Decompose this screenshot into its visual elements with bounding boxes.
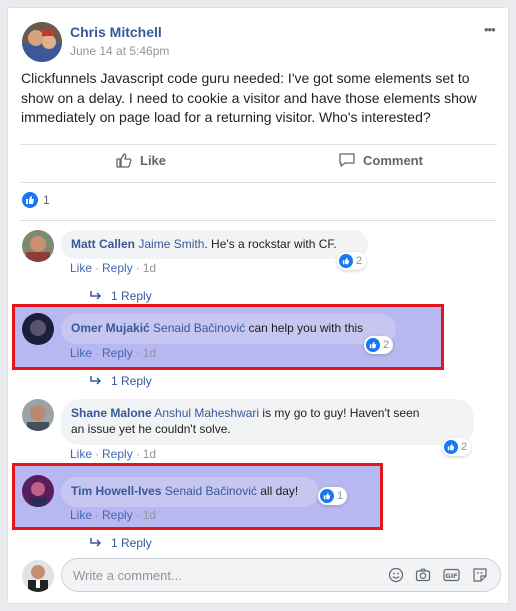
like-button[interactable]: Like <box>115 151 166 169</box>
commenter-name[interactable]: Tim Howell-Ives <box>71 484 161 498</box>
like-button-label: Like <box>140 152 167 168</box>
comment-reply-link[interactable]: Reply <box>102 346 133 360</box>
reply-arrow-icon <box>90 376 102 385</box>
mention-link[interactable]: Anshul Maheshwari <box>154 406 259 420</box>
view-replies-link[interactable]: 1 Reply <box>88 374 152 388</box>
comment-age[interactable]: 1d <box>143 261 156 275</box>
comment-actions: Like · Reply · 1d <box>70 346 157 360</box>
commenter-name[interactable]: Matt Callen <box>71 237 135 251</box>
comment-bubble: Tim Howell-Ives Senaid Bačinović all day… <box>61 477 319 507</box>
comment-reaction-count: 2 <box>383 339 390 351</box>
comment-input[interactable]: Write a comment... GIF <box>61 558 501 592</box>
comment-like-link[interactable]: Like <box>70 447 92 461</box>
comment-actions: Like · Reply · 1d <box>70 261 157 275</box>
emoji-icon[interactable] <box>388 567 404 583</box>
comment-reaction-count: 1 <box>337 490 344 502</box>
comment-reply-link[interactable]: Reply <box>102 261 133 275</box>
replies-count: 1 Reply <box>111 374 152 388</box>
sticker-icon[interactable] <box>472 567 488 583</box>
comment-button[interactable]: Comment <box>338 151 423 169</box>
like-reaction-icon <box>22 192 38 208</box>
comment-like-link[interactable]: Like <box>70 261 92 275</box>
thumbs-up-icon <box>116 153 132 168</box>
view-replies-link[interactable]: 1 Reply <box>88 536 152 550</box>
commenter-avatar[interactable] <box>22 230 54 262</box>
comment-text: . He's a rockstar with CF. <box>204 237 337 251</box>
comment-icon <box>339 153 355 167</box>
comment-reaction-chip[interactable]: 1 <box>318 487 348 505</box>
reaction-count: 1 <box>43 193 50 207</box>
comment-reaction-chip[interactable]: 2 <box>364 336 394 354</box>
comment-button-label: Comment <box>363 152 423 168</box>
comment-bubble: Shane Malone Anshul Maheshwari is my go … <box>61 399 474 445</box>
camera-icon[interactable] <box>415 567 431 583</box>
more-options-icon[interactable]: ••• <box>484 22 496 37</box>
gif-icon[interactable]: GIF <box>443 567 460 583</box>
comment-text: an issue yet he couldn't solve. <box>71 422 231 436</box>
comment-text: is my go to guy! Haven't seen <box>259 406 420 420</box>
comments-divider <box>21 220 497 221</box>
current-user-avatar <box>22 560 54 592</box>
commenter-avatar[interactable] <box>22 475 54 507</box>
comment-input-placeholder: Write a comment... <box>73 568 182 583</box>
comment-reaction-chip[interactable]: 2 <box>442 438 472 456</box>
comment-bubble: Omer Mujakić Senaid Bačinović can help y… <box>61 314 396 344</box>
author-name[interactable]: Chris Mitchell <box>70 24 162 40</box>
like-reaction-icon <box>339 254 353 268</box>
comment-like-link[interactable]: Like <box>70 508 92 522</box>
reply-arrow-icon <box>90 538 102 547</box>
comment-age[interactable]: 1d <box>143 447 156 461</box>
commenter-name[interactable]: Omer Mujakić <box>71 321 150 335</box>
post-text: Clickfunnels Javascript code guru needed… <box>21 70 477 125</box>
comment-like-link[interactable]: Like <box>70 346 92 360</box>
like-reaction-icon <box>320 489 334 503</box>
like-reaction-icon <box>444 440 458 454</box>
comment-reaction-count: 2 <box>356 255 363 267</box>
reply-arrow-icon <box>90 291 102 300</box>
comment-reply-link[interactable]: Reply <box>102 508 133 522</box>
mention-link[interactable]: Senaid Bačinović <box>153 321 245 335</box>
comment-reaction-count: 2 <box>461 441 468 453</box>
replies-count: 1 Reply <box>111 289 152 303</box>
action-bar-bottom-divider <box>21 182 497 183</box>
action-bar-top-divider <box>21 144 497 145</box>
svg-text:GIF: GIF <box>445 572 457 580</box>
like-reaction-icon <box>366 338 380 352</box>
author-avatar[interactable] <box>22 22 62 62</box>
commenter-avatar[interactable] <box>22 399 54 431</box>
mention-link[interactable]: Senaid Bačinović <box>165 484 257 498</box>
mention-link[interactable]: Jaime Smith <box>138 237 204 251</box>
comment-age[interactable]: 1d <box>143 346 156 360</box>
replies-count: 1 Reply <box>111 536 152 550</box>
reaction-summary[interactable]: 1 <box>22 192 50 208</box>
comment-bubble: Matt Callen Jaime Smith. He's a rockstar… <box>61 230 368 259</box>
comment-text: can help you with this <box>245 321 364 335</box>
comment-reply-link[interactable]: Reply <box>102 447 133 461</box>
comment-text: all day! <box>256 484 299 498</box>
comment-reaction-chip[interactable]: 2 <box>337 252 367 270</box>
comment-age[interactable]: 1d <box>143 508 156 522</box>
view-replies-link[interactable]: 1 Reply <box>88 289 152 303</box>
comment-actions: Like · Reply · 1d <box>70 447 157 461</box>
commenter-avatar[interactable] <box>22 313 54 345</box>
post-card: Chris Mitchell June 14 at 5:46pm ••• Cli… <box>7 7 509 604</box>
commenter-name[interactable]: Shane Malone <box>71 406 152 420</box>
post-timestamp[interactable]: June 14 at 5:46pm <box>70 44 169 58</box>
comment-actions: Like · Reply · 1d <box>70 508 157 522</box>
